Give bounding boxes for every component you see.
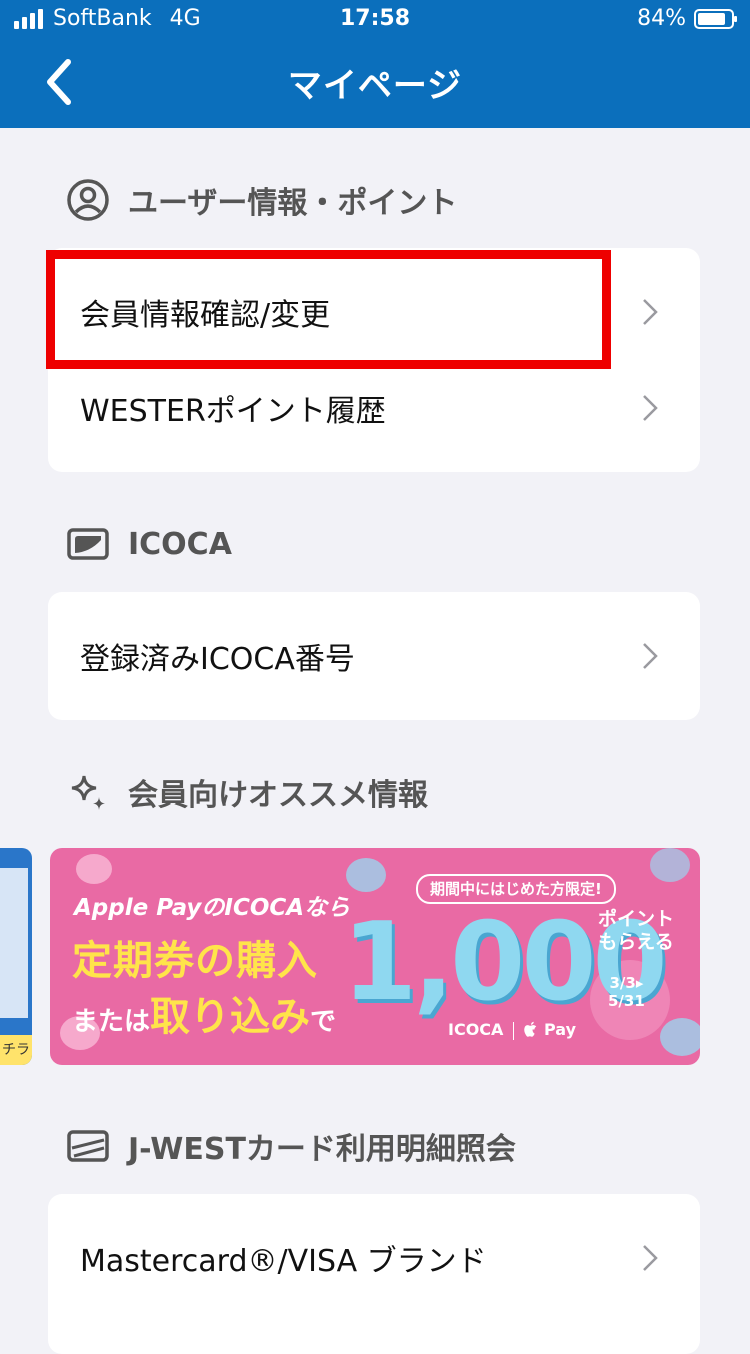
banner-line1: Apple PayのICOCAなら xyxy=(74,895,351,921)
user-circle-icon xyxy=(66,178,110,222)
banner-brands: ICOCA Pay xyxy=(448,1020,576,1040)
banner-line3-big: 取り込み xyxy=(150,994,311,1040)
banner-points-line1: ポイント xyxy=(598,908,675,930)
section-recommendations: 会員向けオススメ情報 xyxy=(66,770,428,814)
section-title-text: ICOCA xyxy=(128,526,232,562)
mastercard-visa-row[interactable]: Mastercard®/VISA ブランド xyxy=(48,1210,700,1306)
section-icoca: ICOCA xyxy=(66,522,232,566)
chevron-right-icon xyxy=(643,1245,658,1271)
chevron-right-icon xyxy=(643,299,658,325)
apple-icon xyxy=(524,1021,537,1037)
banner-points: ポイント もらえる xyxy=(598,908,674,954)
banner-line3-small: または xyxy=(72,1007,151,1037)
chevron-right-icon xyxy=(643,395,658,421)
icoca-card: 登録済みICOCA番号 xyxy=(48,592,700,720)
promo-banner[interactable]: 期間中にはじめた方限定! Apple PayのICOCAなら 定期券の購入 また… xyxy=(50,848,700,1065)
section-jwest: J-WESTカード利用明細照会 xyxy=(66,1124,516,1168)
banner-dates: 3/3▸ 5/31 xyxy=(608,974,645,1010)
jwest-card: Mastercard®/VISA ブランド xyxy=(48,1194,700,1354)
section-user-info: ユーザー情報・ポイント xyxy=(66,178,457,222)
banner-line2: 定期券の購入 xyxy=(72,938,318,984)
credit-card-icon xyxy=(66,1124,110,1168)
page-title: マイページ xyxy=(287,66,463,106)
status-bar: SoftBank 4G 17:58 84% xyxy=(0,0,750,40)
icoca-logo: ICOCA xyxy=(448,1020,504,1039)
battery-icon xyxy=(694,8,737,29)
section-title-text: ユーザー情報・ポイント xyxy=(128,186,458,221)
sparkle-icon xyxy=(66,770,110,814)
banner-date-end: 5/31 xyxy=(608,992,645,1010)
wester-points-row[interactable]: WESTERポイント履歴 xyxy=(48,360,700,456)
previous-banner[interactable]: チラ xyxy=(0,848,32,1065)
banner-date-start: 3/3▸ xyxy=(609,974,644,992)
previous-banner-text: チラ xyxy=(0,1035,32,1065)
wester-points-label: WESTERポイント履歴 xyxy=(80,394,386,429)
icoca-number-label: 登録済みICOCA番号 xyxy=(80,642,355,677)
battery-percent: 84% xyxy=(637,6,686,31)
section-title-text: J-WESTカード利用明細照会 xyxy=(128,1132,516,1167)
apple-pay-logo: Pay xyxy=(524,1020,576,1039)
banner-line3: または取り込みで xyxy=(72,984,336,1042)
highlight-box xyxy=(46,250,611,369)
icoca-number-row[interactable]: 登録済みICOCA番号 xyxy=(48,608,700,704)
chevron-right-icon xyxy=(643,643,658,669)
section-title-text: 会員向けオススメ情報 xyxy=(128,778,428,813)
banner-line3-end: で xyxy=(310,1007,337,1037)
mastercard-visa-label: Mastercard®/VISA ブランド xyxy=(80,1244,487,1279)
banner-points-line2: もらえる xyxy=(598,931,674,953)
card-icon xyxy=(66,522,110,566)
